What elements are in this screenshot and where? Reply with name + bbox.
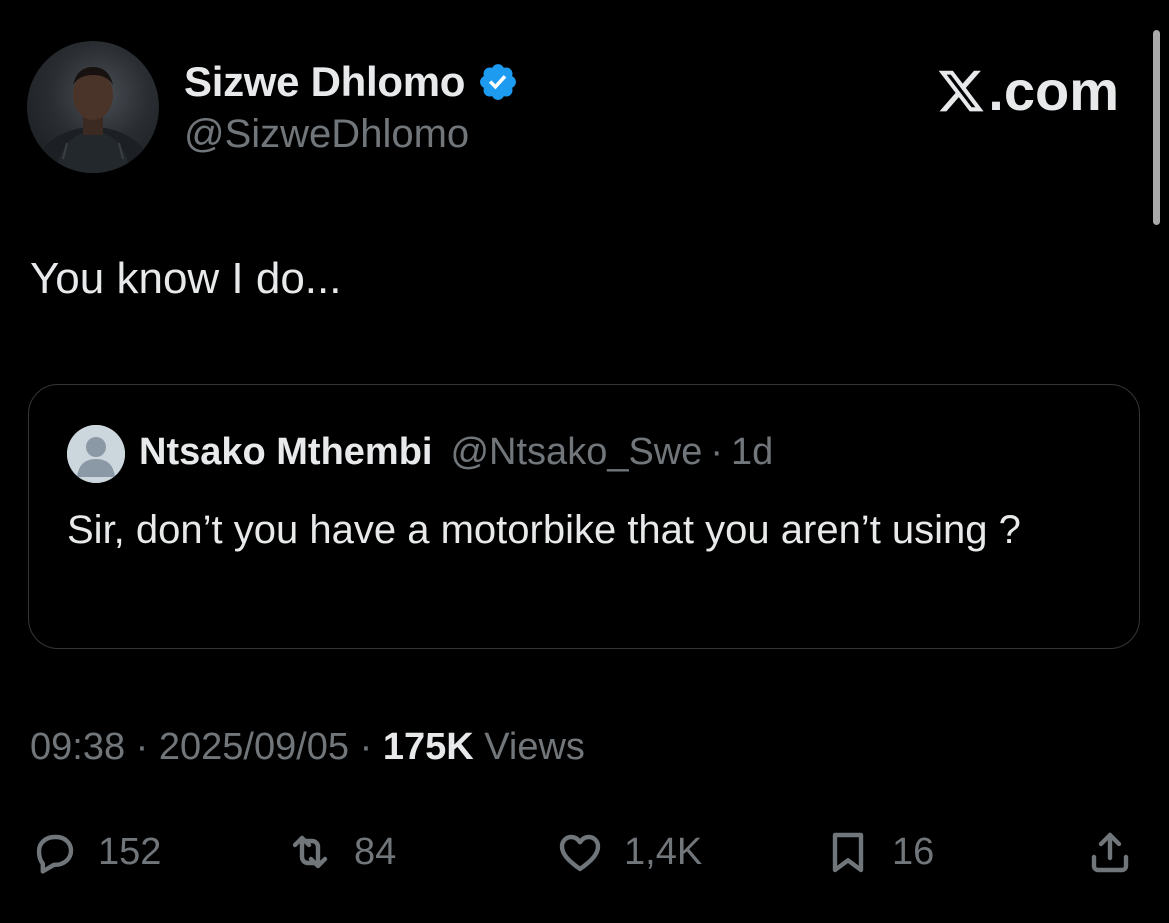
scrollbar[interactable] <box>1153 30 1160 225</box>
author-avatar[interactable] <box>27 41 159 173</box>
dot-separator: · <box>710 431 724 473</box>
repost-button[interactable]: 84 <box>286 820 396 884</box>
bookmark-count: 16 <box>892 830 935 873</box>
x-logo-icon <box>938 70 984 111</box>
share-icon <box>1091 832 1129 873</box>
reply-icon <box>36 834 74 874</box>
meta-separator: · <box>125 726 159 768</box>
quoted-author-handle[interactable]: @Ntsako_Swe <box>450 431 702 474</box>
default-user-icon <box>67 425 125 483</box>
author-name-row: Sizwe Dhlomo <box>184 56 519 108</box>
quoted-tweet-age[interactable]: 1d <box>731 431 773 474</box>
tweet-text: You know I do... <box>30 254 342 303</box>
action-bar: 152 84 1,4K 16 <box>0 820 1169 884</box>
tweet-date[interactable]: 2025/09/05 <box>159 726 349 768</box>
brand-watermark: .com <box>936 58 1119 123</box>
views-label: Views <box>473 726 585 768</box>
quoted-tweet-text: Sir, don’t you have a motorbike that you… <box>67 508 1021 552</box>
like-count: 1,4K <box>624 830 703 873</box>
meta-separator: · <box>349 726 383 768</box>
heart-icon <box>559 834 601 872</box>
quoted-tweet-card[interactable]: Ntsako Mthembi @Ntsako_Swe · 1d Sir, don… <box>28 384 1140 649</box>
views-count: 175K <box>382 726 474 768</box>
author-handle[interactable]: @SizweDhlomo <box>184 112 469 157</box>
tweet-time[interactable]: 09:38 <box>30 726 125 768</box>
like-button[interactable]: 1,4K <box>556 820 702 884</box>
quoted-author-avatar[interactable] <box>67 425 125 483</box>
reply-count: 152 <box>98 830 162 873</box>
quoted-author-name[interactable]: Ntsako Mthembi <box>139 431 432 474</box>
tweet-metadata: 09:38 · 2025/09/05 · 175K Views <box>30 726 585 769</box>
avatar-photo <box>31 67 155 173</box>
share-button[interactable] <box>1086 820 1134 884</box>
reply-button[interactable]: 152 <box>30 820 161 884</box>
verified-badge-icon[interactable] <box>477 61 519 103</box>
brand-domain: .com <box>988 59 1119 122</box>
bookmark-button[interactable]: 16 <box>824 820 934 884</box>
author-display-name[interactable]: Sizwe Dhlomo <box>184 58 465 106</box>
repost-icon <box>292 835 328 869</box>
repost-count: 84 <box>354 830 397 873</box>
bookmark-icon <box>832 832 864 873</box>
quoted-tweet-header: Ntsako Mthembi @Ntsako_Swe · 1d <box>139 431 773 474</box>
